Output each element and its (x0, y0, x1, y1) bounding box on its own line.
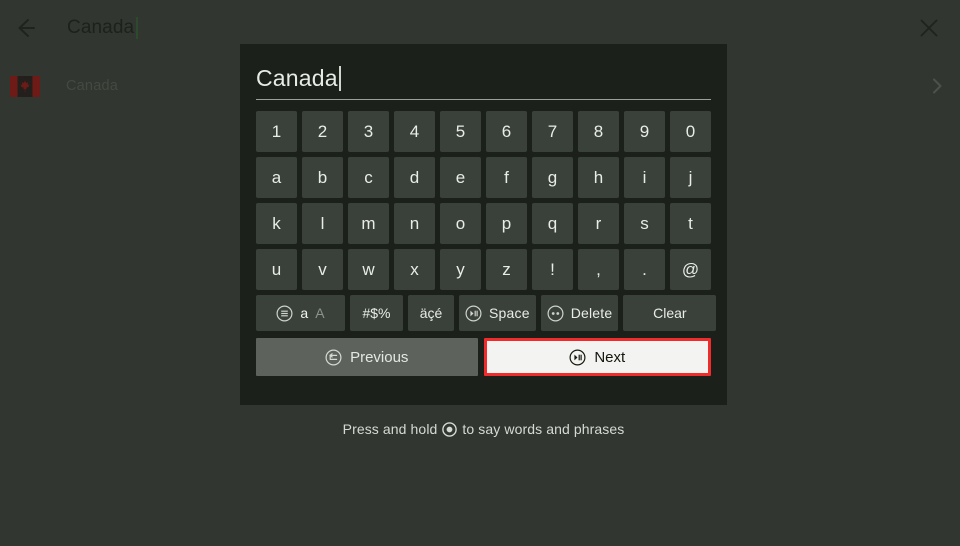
keyboard-row-u-punct: u v w x y z ! , . @ (256, 249, 711, 290)
key-m[interactable]: m (348, 203, 389, 244)
key-period[interactable]: . (624, 249, 665, 290)
key-c[interactable]: c (348, 157, 389, 198)
key-8[interactable]: 8 (578, 111, 619, 152)
key-l[interactable]: l (302, 203, 343, 244)
key-z[interactable]: z (486, 249, 527, 290)
key-k[interactable]: k (256, 203, 297, 244)
circled-menu-icon (276, 304, 293, 322)
key-w[interactable]: w (348, 249, 389, 290)
key-accents[interactable]: äçé (408, 295, 454, 331)
key-n[interactable]: n (394, 203, 435, 244)
key-v[interactable]: v (302, 249, 343, 290)
close-button[interactable] (910, 9, 948, 47)
key-e[interactable]: e (440, 157, 481, 198)
previous-button-label: Previous (350, 348, 409, 366)
next-button-label: Next (594, 348, 626, 366)
canada-flag-icon (10, 75, 40, 97)
previous-button[interactable]: Previous (256, 338, 478, 376)
key-6[interactable]: 6 (486, 111, 527, 152)
key-f[interactable]: f (486, 157, 527, 198)
key-space-label: Space (489, 305, 530, 321)
circled-play-pause-icon (465, 304, 482, 322)
keyboard-text-field[interactable]: Canada (256, 58, 711, 100)
key-d[interactable]: d (394, 157, 435, 198)
key-u[interactable]: u (256, 249, 297, 290)
page-title: Canada (67, 17, 139, 39)
back-button[interactable] (2, 5, 48, 51)
list-item-label: Canada (66, 78, 118, 94)
key-5[interactable]: 5 (440, 111, 481, 152)
next-button[interactable]: Next (483, 338, 711, 376)
key-r[interactable]: r (578, 203, 619, 244)
key-a[interactable]: a (256, 157, 297, 198)
keyboard-row-digits: 1 2 3 4 5 6 7 8 9 0 (256, 111, 711, 152)
key-b[interactable]: b (302, 157, 343, 198)
key-at[interactable]: @ (670, 249, 711, 290)
key-delete[interactable]: Delete (540, 295, 619, 331)
close-icon (918, 17, 940, 39)
key-3[interactable]: 3 (348, 111, 389, 152)
key-s[interactable]: s (624, 203, 665, 244)
keyboard-function-row: a A #$% äçé Space Delete Clear (256, 295, 717, 331)
key-q[interactable]: q (532, 203, 573, 244)
keyboard-nav-row: Previous Next (256, 338, 711, 376)
arrow-left-icon (12, 15, 38, 41)
key-9[interactable]: 9 (624, 111, 665, 152)
circled-two-dots-icon (547, 304, 564, 322)
key-p[interactable]: p (486, 203, 527, 244)
key-case-upper-label: A (315, 305, 325, 321)
key-clear[interactable]: Clear (623, 295, 717, 331)
onscreen-keyboard-dialog: Canada 1 2 3 4 5 6 7 8 9 0 a b c d e f g… (240, 44, 727, 405)
keyboard-row-a-j: a b c d e f g h i j (256, 157, 711, 198)
key-y[interactable]: y (440, 249, 481, 290)
voice-hint-text-after: to say words and phrases (462, 421, 625, 437)
key-symbols[interactable]: #$% (350, 295, 403, 331)
key-exclamation[interactable]: ! (532, 249, 573, 290)
key-space[interactable]: Space (459, 295, 536, 331)
chevron-right-icon[interactable] (923, 72, 951, 100)
key-t[interactable]: t (670, 203, 711, 244)
circled-dot-icon (442, 421, 458, 437)
key-4[interactable]: 4 (394, 111, 435, 152)
voice-hint-text-before: Press and hold (342, 421, 438, 437)
keyboard-input-value: Canada (256, 65, 341, 91)
key-comma[interactable]: , (578, 249, 619, 290)
key-i[interactable]: i (624, 157, 665, 198)
circled-play-pause-icon (569, 348, 586, 366)
key-delete-label: Delete (570, 305, 613, 321)
key-2[interactable]: 2 (302, 111, 343, 152)
key-1[interactable]: 1 (256, 111, 297, 152)
key-o[interactable]: o (440, 203, 481, 244)
key-h[interactable]: h (578, 157, 619, 198)
keyboard-row-k-t: k l m n o p q r s t (256, 203, 711, 244)
key-0[interactable]: 0 (670, 111, 711, 152)
key-7[interactable]: 7 (532, 111, 573, 152)
key-g[interactable]: g (532, 157, 573, 198)
key-x[interactable]: x (394, 249, 435, 290)
circled-back-arrow-icon (325, 348, 342, 366)
key-case-lower-label: a (300, 305, 309, 321)
voice-hint: Press and hold to say words and phrases (240, 421, 727, 437)
key-j[interactable]: j (670, 157, 711, 198)
key-toggle-case[interactable]: a A (256, 295, 345, 331)
